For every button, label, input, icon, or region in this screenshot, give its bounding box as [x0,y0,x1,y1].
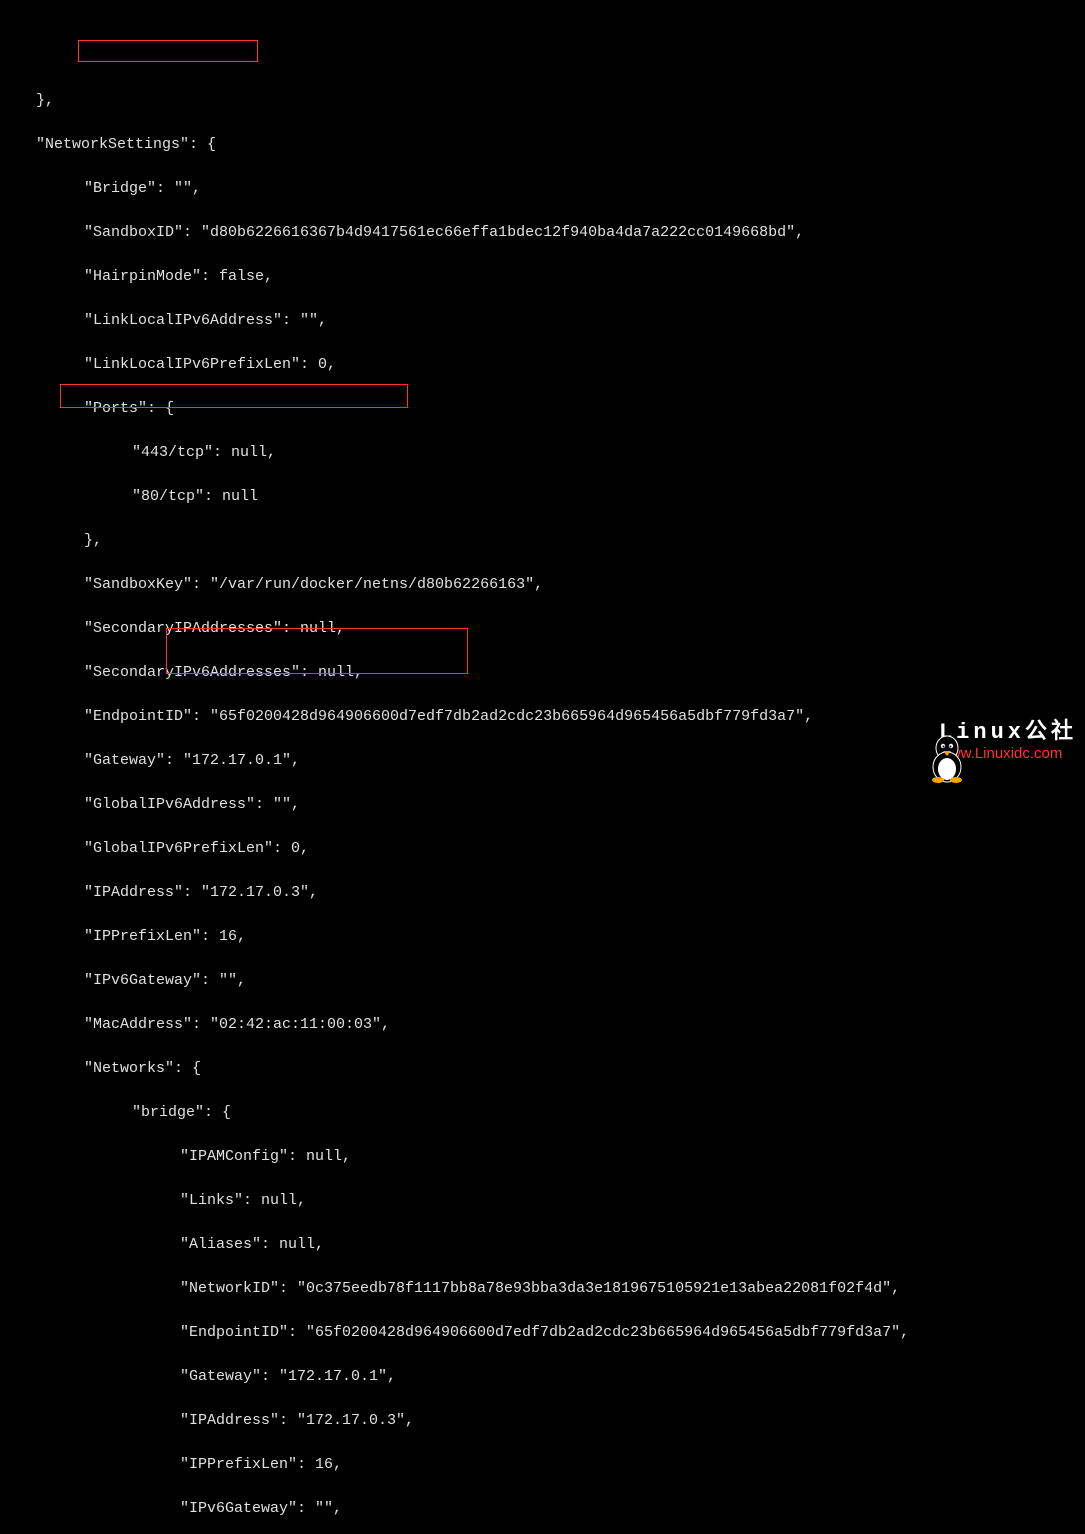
json-line-ipaddress-nested: "IPAddress": "172.17.0.3", [0,1410,1085,1432]
json-line: "MacAddress": "02:42:ac:11:00:03", [0,1014,1085,1036]
json-line: "Networks": { [0,1058,1085,1080]
json-line: "HairpinMode": false, [0,266,1085,288]
json-line: "SecondaryIPv6Addresses": null, [0,662,1085,684]
json-line-gateway: "Gateway": "172.17.0.1", [0,1366,1085,1388]
json-line: "Aliases": null, [0,1234,1085,1256]
json-line: "LinkLocalIPv6Address": "", [0,310,1085,332]
json-line: "Ports": { [0,398,1085,420]
json-line: "SandboxID": "d80b6226616367b4d9417561ec… [0,222,1085,244]
json-line: "IPPrefixLen": 16, [0,926,1085,948]
json-line: "NetworkID": "0c375eedb78f1117bb8a78e93b… [0,1278,1085,1300]
json-line: "NetworkSettings": { [0,134,1085,156]
json-line: "IPv6Gateway": "", [0,1498,1085,1520]
json-line: "GlobalIPv6PrefixLen": 0, [0,838,1085,860]
json-line: "IPAMConfig": null, [0,1146,1085,1168]
json-line: "IPv6Gateway": "", [0,970,1085,992]
json-line: "SandboxKey": "/var/run/docker/netns/d80… [0,574,1085,596]
json-line: "IPPrefixLen": 16, [0,1454,1085,1476]
json-line: }, [0,90,1085,112]
tux-penguin-icon [889,711,933,761]
watermark: Linux公社 www.Linuxidc.com [889,711,1077,761]
json-line: "EndpointID": "65f0200428d964906600d7edf… [0,1322,1085,1344]
json-line: "443/tcp": null, [0,442,1085,464]
highlight-box-bridge [78,40,258,62]
json-line: "SecondaryIPAddresses": null, [0,618,1085,640]
json-line: "80/tcp": null [0,486,1085,508]
json-line: }, [0,530,1085,552]
json-line-ipaddress: "IPAddress": "172.17.0.3", [0,882,1085,904]
json-line: "LinkLocalIPv6PrefixLen": 0, [0,354,1085,376]
json-line: "GlobalIPv6Address": "", [0,794,1085,816]
json-line: "bridge": { [0,1102,1085,1124]
json-line: "Links": null, [0,1190,1085,1212]
json-line-bridge: "Bridge": "", [0,178,1085,200]
